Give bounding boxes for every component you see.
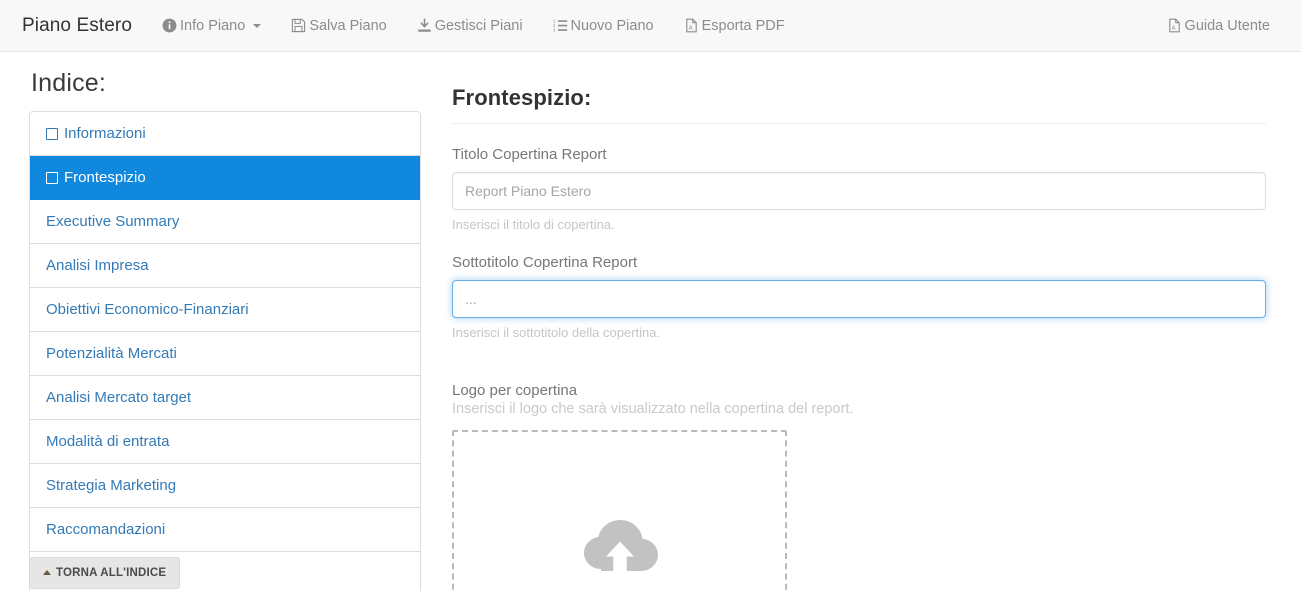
nav-item-label: Salva Piano	[309, 17, 387, 34]
chevron-down-icon	[253, 23, 262, 28]
sidebar-item-label: Analisi Impresa	[46, 257, 149, 274]
sidebar-item-executive-summary[interactable]: Executive Summary	[30, 200, 420, 244]
app-brand[interactable]: Piano Estero	[16, 15, 147, 37]
nav-item-label: Nuovo Piano	[570, 17, 654, 34]
sidebar-item-label: Executive Summary	[46, 213, 180, 230]
sidebar-item-label: Obiettivi Economico-Finanziari	[46, 301, 249, 318]
sidebar-title: Indice:	[31, 69, 107, 97]
sidebar-item-label: Raccomandazioni	[46, 521, 166, 538]
logo-upload-dropzone[interactable]	[452, 430, 787, 591]
sidebar-item-label: Strategia Marketing	[46, 477, 177, 494]
nav-item-label: Guida Utente	[1184, 17, 1270, 34]
nav-item-guida-utente[interactable]: A Guida Utente	[1152, 0, 1285, 51]
sidebar-item-label: Analisi Mercato target	[46, 389, 192, 406]
sidebar-item-potenzialita-mercati[interactable]: Potenzialità Mercati	[30, 332, 420, 376]
sidebar-item-analisi-mercato-target[interactable]: Analisi Mercato target	[30, 376, 420, 420]
navbar-right-links: A Guida Utente	[1152, 0, 1285, 51]
titolo-copertina-help: Inserisci il titolo di copertina.	[452, 217, 615, 232]
nav-item-info-piano[interactable]: Info Piano	[147, 0, 276, 51]
logo-upload-description: Inserisci il logo che sarà visualizzato …	[452, 401, 854, 417]
field-logo-copertina: Logo per copertina Inserisci il logo che…	[452, 382, 1266, 591]
sidebar-index-list: Informazioni Frontespizio Executive Summ…	[29, 111, 421, 591]
download-icon	[417, 18, 432, 33]
titolo-copertina-input[interactable]	[452, 172, 1266, 210]
nav-item-label: Info Piano	[180, 17, 246, 34]
top-navbar: Piano Estero Info Piano Salva Piano Gest…	[0, 0, 1301, 52]
sidebar: Indice: Informazioni Frontespizio Execut…	[0, 60, 430, 591]
ordered-list-icon: 123	[553, 18, 568, 33]
sidebar-item-informazioni[interactable]: Informazioni	[30, 112, 420, 156]
svg-text:A: A	[1171, 26, 1175, 32]
sidebar-item-raccomandazioni[interactable]: Raccomandazioni	[30, 508, 420, 552]
back-to-index-button[interactable]: TORNA ALL'INDICE	[29, 557, 181, 589]
field-titolo-copertina: Titolo Copertina Report Inserisci il tit…	[452, 146, 1266, 232]
sidebar-item-label: Informazioni	[64, 125, 146, 142]
nav-item-gestisci-piani[interactable]: Gestisci Piani	[402, 0, 538, 51]
chevron-up-icon	[43, 569, 51, 575]
nav-item-esporta-pdf[interactable]: A Esporta PDF	[669, 0, 800, 51]
checkbox-icon	[46, 171, 58, 184]
sottotitolo-copertina-help: Inserisci il sottotitolo della copertina…	[452, 325, 661, 340]
page-body: Indice: Informazioni Frontespizio Execut…	[0, 52, 1301, 591]
sidebar-item-strategia-marketing[interactable]: Strategia Marketing	[30, 464, 420, 508]
logo-upload-label: Logo per copertina	[452, 382, 578, 399]
svg-text:3: 3	[553, 27, 556, 32]
main-content: Frontespizio: Titolo Copertina Report In…	[430, 60, 1301, 591]
sidebar-item-frontespizio[interactable]: Frontespizio	[30, 156, 420, 200]
nav-item-salva-piano[interactable]: Salva Piano	[276, 0, 401, 51]
nav-item-nuovo-piano[interactable]: 123 Nuovo Piano	[538, 0, 669, 51]
sidebar-item-obiettivi-economico-finanziari[interactable]: Obiettivi Economico-Finanziari	[30, 288, 420, 332]
svg-text:A: A	[688, 26, 692, 32]
save-floppy-icon	[291, 18, 306, 33]
back-to-index-label: TORNA ALL'INDICE	[56, 567, 167, 579]
sidebar-item-label: Modalità di entrata	[46, 433, 170, 450]
title-divider	[452, 123, 1266, 124]
sidebar-item-label: Potenzialità Mercati	[46, 345, 177, 362]
nav-item-label: Esporta PDF	[701, 17, 785, 34]
navbar-left-links: Info Piano Salva Piano Gestisci Piani 12…	[147, 0, 800, 51]
info-circle-icon	[162, 18, 177, 33]
field-sottotitolo-copertina: Sottotitolo Copertina Report Inserisci i…	[452, 254, 1266, 340]
page-title: Frontespizio:	[452, 85, 592, 110]
checkbox-icon	[46, 127, 58, 140]
pdf-file-icon: A	[684, 18, 699, 33]
sottotitolo-copertina-input[interactable]	[452, 280, 1266, 318]
pdf-file-icon: A	[1167, 18, 1182, 33]
titolo-copertina-label: Titolo Copertina Report	[452, 146, 607, 163]
sidebar-item-analisi-impresa[interactable]: Analisi Impresa	[30, 244, 420, 288]
sidebar-item-modalita-di-entrata[interactable]: Modalità di entrata	[30, 420, 420, 464]
nav-item-label: Gestisci Piani	[434, 17, 523, 34]
sottotitolo-copertina-label: Sottotitolo Copertina Report	[452, 254, 638, 271]
sidebar-item-label: Frontespizio	[64, 169, 146, 186]
cloud-upload-icon	[579, 453, 661, 577]
